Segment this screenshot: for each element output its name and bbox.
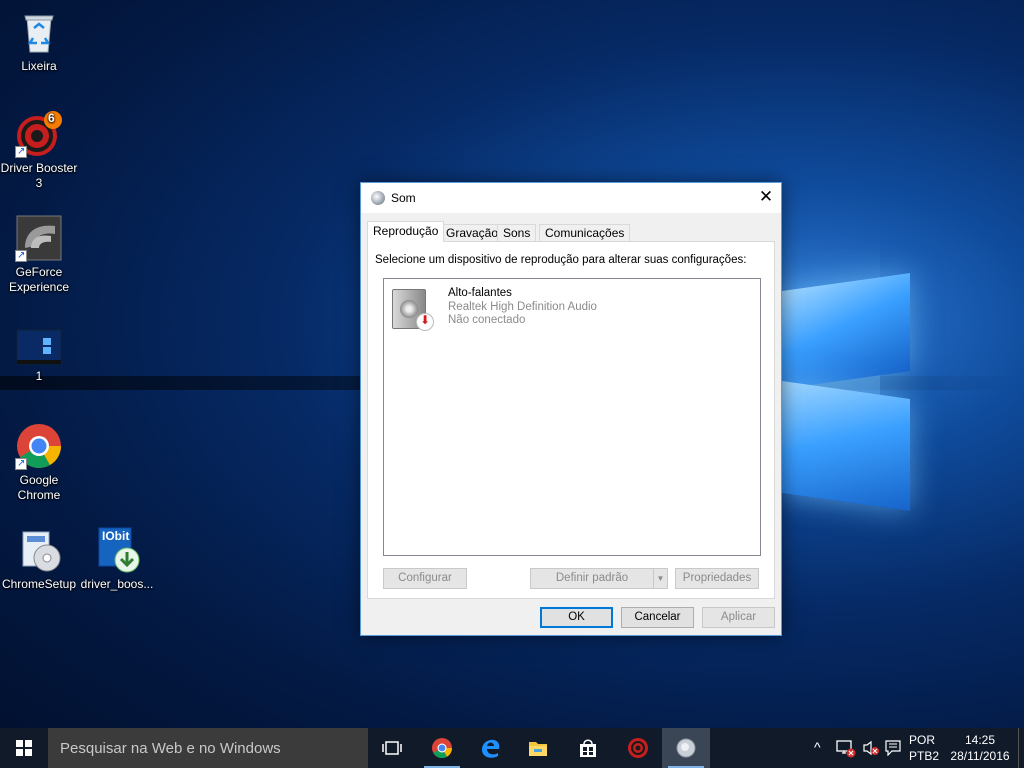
desktop-icon-driver-booster-installer[interactable]: IObit driver_boos...	[78, 526, 156, 592]
set-default-button[interactable]: Definir padrão ▼	[530, 568, 668, 589]
device-list[interactable]: Alto-falantes Realtek High Definition Au…	[383, 278, 761, 556]
taskbar-chrome[interactable]	[418, 728, 466, 768]
chevron-up-icon: ^	[814, 739, 821, 755]
taskbar-edge[interactable]	[466, 728, 514, 768]
task-view-button[interactable]	[368, 728, 416, 768]
setup-installer-icon	[15, 526, 63, 574]
taskbar-sound-dialog[interactable]	[662, 728, 710, 768]
sound-dialog: Som ✕ Reprodução Gravação Sons Comunicaç…	[360, 182, 782, 636]
dialog-titlebar[interactable]: Som ✕	[361, 183, 781, 213]
tab-recording[interactable]: Gravação	[440, 224, 505, 242]
taskbar-store[interactable]	[564, 728, 612, 768]
driver-booster-icon	[628, 738, 648, 758]
desktop-icon-google-chrome[interactable]: Google Chrome	[0, 422, 78, 503]
chevron-down-icon[interactable]: ▼	[653, 569, 667, 588]
volume-button[interactable]	[860, 728, 882, 768]
chrome-icon	[432, 738, 453, 759]
action-center-button[interactable]	[882, 728, 904, 768]
desktop-icon-label-line2: Experience	[8, 280, 70, 294]
recycle-bin-icon	[15, 8, 63, 56]
tab-communications[interactable]: Comunicações	[539, 224, 631, 242]
network-status-button[interactable]	[832, 728, 860, 768]
shortcut-arrow-icon	[15, 248, 27, 263]
desktop-icon-label: Driver Booster	[0, 161, 78, 175]
input-language-button[interactable]: POR PTB2	[904, 728, 942, 768]
language-code: POR	[909, 733, 936, 747]
device-name: Alto-falantes	[448, 287, 512, 299]
close-button[interactable]: ✕	[751, 183, 781, 213]
configure-button[interactable]: Configurar	[383, 568, 467, 589]
chrome-icon	[15, 422, 63, 471]
speakers-icon	[392, 285, 434, 331]
desktop-icon-label: Google	[19, 473, 59, 487]
desktop-icon-driver-booster[interactable]: 6 Driver Booster 3	[0, 110, 78, 191]
search-box[interactable]: Pesquisar na Web e no Windows	[48, 728, 368, 768]
notification-icon	[885, 740, 901, 756]
shortcut-arrow-icon	[15, 144, 27, 159]
network-disconnected-icon	[836, 740, 856, 758]
iobit-brand-text: IObit	[102, 529, 130, 543]
driver-booster-icon: 6	[15, 110, 63, 159]
disconnected-icon	[416, 313, 434, 331]
ok-button[interactable]: OK	[540, 607, 613, 628]
edge-icon	[482, 739, 500, 758]
desktop-icon-label: driver_boos...	[80, 577, 154, 591]
store-icon	[580, 739, 596, 757]
start-button[interactable]	[0, 728, 48, 768]
iobit-installer-icon: IObit	[93, 526, 141, 574]
desktop-icon-geforce-experience[interactable]: GeForce Experience	[0, 214, 78, 295]
windows-logo-icon	[16, 740, 32, 756]
tab-sounds[interactable]: Sons	[497, 224, 537, 242]
desktop-icon-label: GeForce	[15, 265, 63, 279]
shortcut-arrow-icon	[15, 456, 27, 471]
apply-button[interactable]: Aplicar	[702, 607, 775, 628]
set-default-label: Definir padrão	[555, 572, 629, 584]
dialog-title: Som	[391, 191, 416, 205]
geforce-icon	[15, 214, 63, 263]
task-view-icon	[382, 741, 402, 755]
taskbar: Pesquisar na Web e no Windows ^ POR PTB2…	[0, 728, 1024, 768]
wallpaper-windows-logo	[782, 262, 912, 512]
device-driver: Realtek High Definition Audio	[448, 301, 597, 313]
desktop-icon-label: Lixeira	[21, 59, 57, 73]
taskbar-file-explorer[interactable]	[514, 728, 562, 768]
desktop-icon-screenshot[interactable]: 1	[0, 326, 78, 384]
clock-date: 28/11/2016	[950, 749, 1010, 763]
volume-muted-icon	[863, 740, 879, 756]
list-item-speakers[interactable]: Alto-falantes Realtek High Definition Au…	[390, 285, 750, 337]
speaker-icon	[371, 191, 385, 205]
device-status: Não conectado	[448, 314, 526, 326]
tab-playback[interactable]: Reprodução	[367, 221, 445, 242]
screenshot-thumbnail-icon	[15, 326, 63, 366]
search-placeholder: Pesquisar na Web e no Windows	[60, 740, 281, 757]
desktop-icon-label-line2: Chrome	[17, 488, 61, 502]
desktop-icon-label: 1	[35, 369, 43, 383]
desktop-icon-chromesetup[interactable]: ChromeSetup	[0, 526, 78, 592]
desktop-icon-recycle-bin[interactable]: Lixeira	[0, 8, 78, 74]
show-desktop-button[interactable]	[1018, 728, 1024, 768]
speaker-icon	[676, 738, 696, 758]
tab-panel-playback: Selecione um dispositivo de reprodução p…	[367, 241, 775, 599]
cancel-button[interactable]: Cancelar	[621, 607, 694, 628]
folder-icon	[529, 742, 547, 756]
taskbar-driver-booster[interactable]	[614, 728, 662, 768]
properties-button[interactable]: Propriedades	[675, 568, 759, 589]
update-count-badge: 6	[48, 111, 55, 125]
desktop-icon-label-line2: 3	[35, 176, 43, 190]
clock[interactable]: 14:25 28/11/2016	[944, 728, 1016, 768]
clock-time: 14:25	[964, 733, 996, 747]
show-hidden-icons-button[interactable]: ^	[810, 728, 828, 768]
instruction-text: Selecione um dispositivo de reprodução p…	[375, 254, 747, 266]
desktop-icon-label: ChromeSetup	[1, 577, 77, 591]
keyboard-layout: PTB2	[909, 749, 940, 763]
